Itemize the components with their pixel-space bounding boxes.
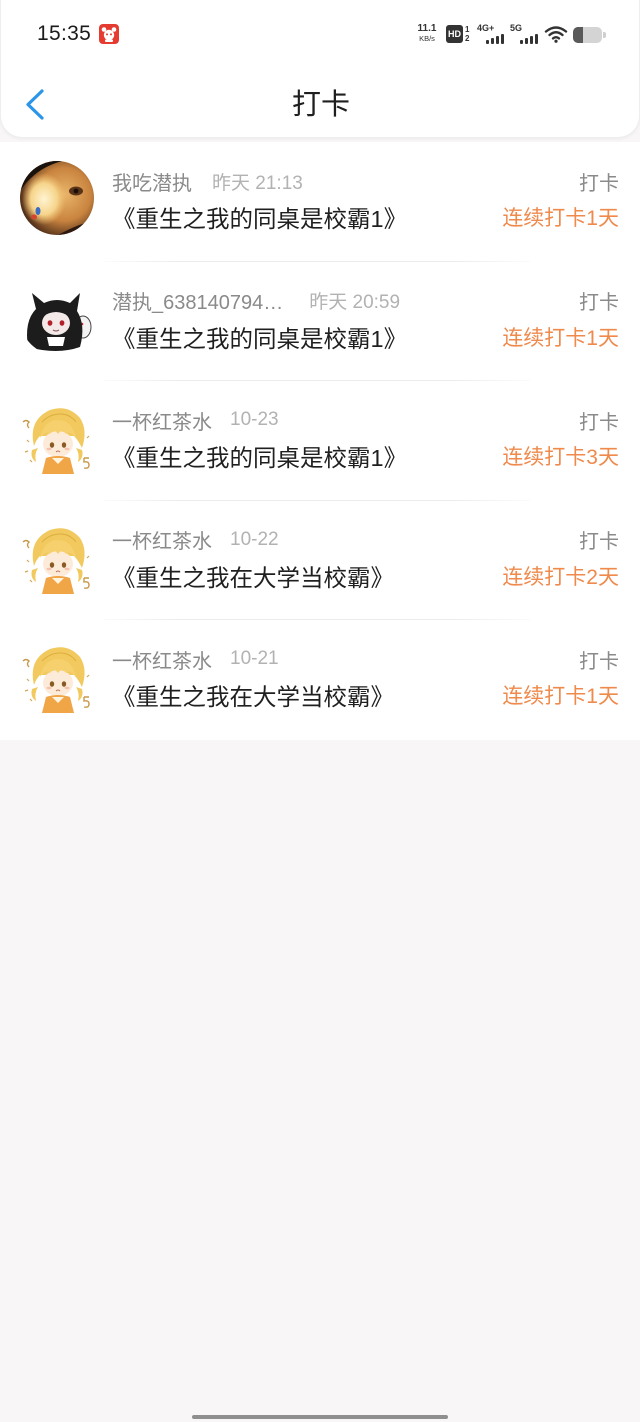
wifi-icon	[544, 25, 568, 43]
page: 15:35 11.1 KB/s HD 1 2 4G+ 5G 打卡 我吃潜执 昨天…	[0, 0, 640, 1422]
checkin-row[interactable]: 我吃潜执 昨天 21:13 打卡 《重生之我的同桌是校霸1》 连续打卡1天	[0, 142, 640, 262]
network-type-2: 5G	[510, 23, 523, 33]
user-name[interactable]: 潜执_638140794…	[112, 286, 283, 315]
sim-slot-1: 1	[465, 25, 470, 34]
network-speed-unit: KB/s	[419, 34, 435, 43]
network-speed-value: 11.1	[417, 23, 437, 34]
checkin-time: 10-22	[230, 528, 279, 550]
network-speed: 11.1 KB/s	[413, 23, 441, 44]
row-detail: 《重生之我的同桌是校霸1》 连续打卡1天	[112, 320, 619, 354]
user-name[interactable]: 我吃潜执	[112, 167, 192, 196]
avatar[interactable]	[20, 280, 94, 355]
home-indicator[interactable]	[192, 1415, 448, 1419]
avatar[interactable]	[20, 400, 94, 474]
user-name[interactable]: 一杯红茶水	[112, 406, 212, 435]
checkin-time: 10-23	[230, 409, 279, 430]
signal-icon-sim2: 5G	[510, 23, 538, 44]
network-type-1: 4G+	[477, 23, 495, 33]
checkin-row[interactable]: 一杯红茶水 10-22 打卡 《重生之我在大学当校霸》 连续打卡2天	[0, 501, 640, 620]
battery-nub	[603, 32, 606, 38]
checkin-label: 打卡	[579, 172, 619, 195]
row-detail: 《重生之我在大学当校霸》 连续打卡1天	[112, 678, 619, 712]
page-title: 打卡	[291, 89, 350, 121]
battery-icon	[573, 27, 606, 43]
checkin-list: 我吃潜执 昨天 21:13 打卡 《重生之我的同桌是校霸1》 连续打卡1天 潜执…	[0, 142, 640, 740]
row-meta: 一杯红茶水 10-23 打卡	[112, 406, 619, 435]
book-title[interactable]: 《重生之我在大学当校霸》	[112, 678, 394, 712]
clock: 15:35	[37, 22, 92, 45]
book-title[interactable]: 《重生之我在大学当校霸》	[112, 559, 394, 593]
checkin-label: 打卡	[579, 650, 619, 673]
checkin-time: 昨天 21:13	[212, 172, 303, 194]
streak-label: 连续打卡1天	[502, 326, 619, 350]
signal-bars-2	[520, 34, 538, 44]
user-name[interactable]: 一杯红茶水	[112, 525, 212, 554]
checkin-label: 打卡	[579, 411, 619, 434]
row-detail: 《重生之我的同桌是校霸1》 连续打卡1天	[112, 200, 619, 234]
checkin-time: 昨天 20:59	[309, 292, 401, 313]
row-meta: 我吃潜执 昨天 21:13 打卡	[112, 167, 619, 196]
avatar[interactable]	[20, 520, 94, 594]
row-detail: 《重生之我在大学当校霸》 连续打卡2天	[112, 559, 619, 593]
row-meta: 一杯红茶水 10-22 打卡	[112, 525, 619, 554]
checkin-row[interactable]: 潜执_638140794… 昨天 20:59 打卡 《重生之我的同桌是校霸1》 …	[0, 262, 640, 381]
streak-label: 连续打卡3天	[502, 446, 619, 469]
signal-icon-sim1: 4G+	[477, 23, 504, 44]
avatar[interactable]	[20, 161, 94, 235]
hd-icon: HD 1 2	[446, 25, 473, 43]
streak-label: 连续打卡1天	[502, 207, 619, 230]
book-title[interactable]: 《重生之我的同桌是校霸1》	[112, 320, 407, 354]
book-title[interactable]: 《重生之我的同桌是校霸1》	[112, 200, 407, 234]
checkin-label: 打卡	[579, 531, 619, 553]
battery-level	[573, 27, 584, 43]
header: 15:35 11.1 KB/s HD 1 2 4G+ 5G 打卡	[0, 0, 640, 138]
checkin-row[interactable]: 一杯红茶水 10-23 打卡 《重生之我的同桌是校霸1》 连续打卡3天	[0, 381, 640, 501]
sim-slot-2: 2	[465, 34, 470, 43]
row-meta: 潜执_638140794… 昨天 20:59 打卡	[112, 286, 619, 315]
signal-bars-1	[486, 34, 504, 44]
checkin-time: 10-21	[230, 648, 279, 669]
row-detail: 《重生之我的同桌是校霸1》 连续打卡3天	[112, 439, 619, 473]
avatar[interactable]	[20, 639, 94, 713]
row-meta: 一杯红茶水 10-21 打卡	[112, 645, 619, 674]
checkin-label: 打卡	[579, 292, 619, 314]
user-name[interactable]: 一杯红茶水	[112, 645, 212, 674]
checkin-row[interactable]: 一杯红茶水 10-21 打卡 《重生之我在大学当校霸》 连续打卡1天	[0, 620, 640, 740]
book-title[interactable]: 《重生之我的同桌是校霸1》	[112, 439, 407, 473]
hd-badge: HD	[446, 25, 463, 43]
battery-body	[573, 27, 602, 43]
streak-label: 连续打卡2天	[502, 565, 619, 589]
streak-label: 连续打卡1天	[502, 685, 619, 708]
notification-app-icon	[99, 24, 119, 44]
